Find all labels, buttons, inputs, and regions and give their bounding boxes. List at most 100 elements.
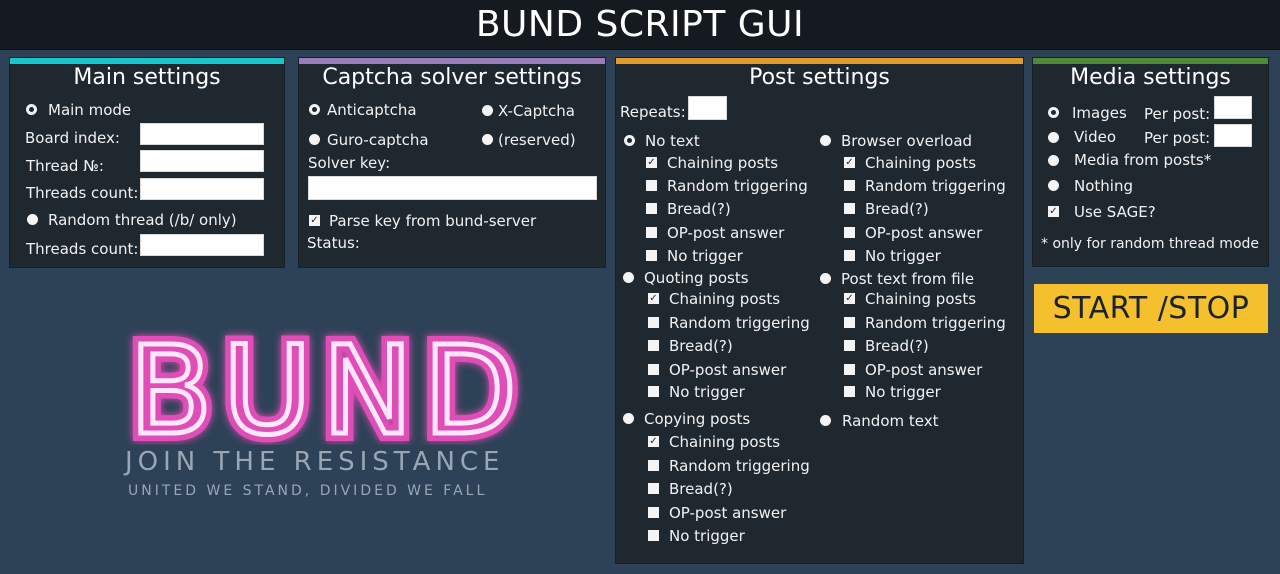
sage-label: Use SAGE? xyxy=(1074,203,1156,221)
browser-overload-radio[interactable] xyxy=(820,135,831,146)
random-thread-radio[interactable] xyxy=(27,214,38,225)
no-text-op-label: OP-post answer xyxy=(667,224,785,242)
copying-notrigger-label: No trigger xyxy=(669,527,745,545)
guro-captcha-radio[interactable] xyxy=(309,134,320,145)
quoting-radio[interactable] xyxy=(623,272,634,283)
overload-bread-label: Bread(?) xyxy=(865,200,929,218)
overload-random-label: Random triggering xyxy=(865,177,1006,195)
media-from-posts-radio[interactable] xyxy=(1048,155,1059,166)
no-text-bread-checkbox[interactable] xyxy=(646,203,657,214)
no-text-chaining-checkbox[interactable]: ✓ xyxy=(646,157,657,168)
copying-random-checkbox[interactable] xyxy=(648,460,659,471)
no-text-radio[interactable] xyxy=(624,135,635,146)
file-bread-label: Bread(?) xyxy=(865,337,929,355)
overload-op-label: OP-post answer xyxy=(865,224,983,242)
repeats-input[interactable] xyxy=(688,96,727,120)
images-radio[interactable] xyxy=(1048,107,1059,118)
thread-number-input[interactable] xyxy=(140,150,264,172)
from-file-label: Post text from file xyxy=(841,270,975,288)
board-index-input[interactable] xyxy=(140,123,264,145)
xcaptcha-label: X-Captcha xyxy=(498,102,575,120)
threads-count-random-input[interactable] xyxy=(140,234,264,256)
overload-random-checkbox[interactable] xyxy=(844,180,855,191)
no-text-random-checkbox[interactable] xyxy=(646,180,657,191)
logo-subtagline: UNITED WE STAND, DIVIDED WE FALL xyxy=(128,483,488,499)
file-chaining-checkbox[interactable]: ✓ xyxy=(844,293,855,304)
copying-bread-checkbox[interactable] xyxy=(648,483,659,494)
logo-tagline: JOIN THE RESISTANCE xyxy=(125,447,505,477)
guro-captcha-label: Guro-captcha xyxy=(327,131,429,149)
file-chaining-label: Chaining posts xyxy=(865,290,977,308)
quoting-op-label: OP-post answer xyxy=(669,361,787,379)
quoting-bread-checkbox[interactable] xyxy=(648,340,659,351)
file-random-checkbox[interactable] xyxy=(844,317,855,328)
anticaptcha-label: Anticaptcha xyxy=(327,101,417,119)
nothing-radio[interactable] xyxy=(1048,180,1059,191)
copying-bread-label: Bread(?) xyxy=(669,480,733,498)
xcaptcha-radio[interactable] xyxy=(482,105,493,116)
no-text-op-checkbox[interactable] xyxy=(646,227,657,238)
quoting-label: Quoting posts xyxy=(644,269,749,287)
overload-bread-checkbox[interactable] xyxy=(844,203,855,214)
no-text-bread-label: Bread(?) xyxy=(667,200,731,218)
main-mode-radio[interactable] xyxy=(26,104,37,115)
copying-random-label: Random triggering xyxy=(669,457,810,475)
main-settings-title: Main settings xyxy=(73,65,221,90)
app-title: BUND SCRIPT GUI xyxy=(475,4,805,45)
start-stop-button[interactable]: START /STOP xyxy=(1034,284,1268,333)
file-op-label: OP-post answer xyxy=(865,361,983,379)
overload-op-checkbox[interactable] xyxy=(844,227,855,238)
no-text-random-label: Random triggering xyxy=(667,177,808,195)
quoting-bread-label: Bread(?) xyxy=(669,337,733,355)
video-radio[interactable] xyxy=(1048,132,1059,143)
reserved-radio[interactable] xyxy=(482,134,493,145)
file-random-label: Random triggering xyxy=(865,314,1006,332)
copying-chaining-checkbox[interactable]: ✓ xyxy=(648,436,659,447)
video-label: Video xyxy=(1074,128,1117,146)
media-from-posts-label: Media from posts* xyxy=(1074,151,1212,169)
solver-key-input[interactable] xyxy=(308,176,597,200)
sage-checkbox[interactable]: ✓ xyxy=(1048,206,1059,217)
parse-key-checkbox[interactable]: ✓ xyxy=(309,215,320,226)
video-per-post-label: Per post: xyxy=(1144,129,1211,147)
bund-logo-word: BUND xyxy=(129,325,527,445)
images-per-post-input[interactable] xyxy=(1214,96,1252,119)
no-text-notrigger-checkbox[interactable] xyxy=(646,250,657,261)
quoting-notrigger-checkbox[interactable] xyxy=(648,386,659,397)
copying-radio[interactable] xyxy=(623,413,634,424)
file-op-checkbox[interactable] xyxy=(844,364,855,375)
copying-notrigger-checkbox[interactable] xyxy=(648,530,659,541)
threads-count-input[interactable] xyxy=(140,178,264,200)
from-file-radio[interactable] xyxy=(820,273,831,284)
random-text-radio[interactable] xyxy=(820,415,831,426)
captcha-status-label: Status: xyxy=(307,234,360,252)
overload-chaining-checkbox[interactable]: ✓ xyxy=(844,157,855,168)
quoting-notrigger-label: No trigger xyxy=(669,383,745,401)
reserved-label: (reserved) xyxy=(498,131,576,149)
quoting-op-checkbox[interactable] xyxy=(648,364,659,375)
nothing-label: Nothing xyxy=(1074,177,1133,195)
threads-count-label: Threads count: xyxy=(26,184,139,202)
no-text-label: No text xyxy=(645,132,700,150)
no-text-chaining-label: Chaining posts xyxy=(667,154,779,172)
quoting-random-checkbox[interactable] xyxy=(648,317,659,328)
copying-chaining-label: Chaining posts xyxy=(669,433,781,451)
thread-number-label: Thread №: xyxy=(26,157,104,175)
file-notrigger-checkbox[interactable] xyxy=(844,386,855,397)
overload-notrigger-checkbox[interactable] xyxy=(844,250,855,261)
file-bread-checkbox[interactable] xyxy=(844,340,855,351)
video-per-post-input[interactable] xyxy=(1214,124,1252,147)
anticaptcha-radio[interactable] xyxy=(309,104,320,115)
quoting-chaining-checkbox[interactable]: ✓ xyxy=(648,293,659,304)
copying-op-label: OP-post answer xyxy=(669,504,787,522)
board-index-label: Board index: xyxy=(25,129,120,147)
copying-op-checkbox[interactable] xyxy=(648,507,659,518)
images-per-post-label: Per post: xyxy=(1144,105,1211,123)
quoting-random-label: Random triggering xyxy=(669,314,810,332)
main-mode-label: Main mode xyxy=(48,101,132,119)
copying-label: Copying posts xyxy=(644,410,751,428)
random-text-label: Random text xyxy=(842,412,939,430)
images-label: Images xyxy=(1072,104,1127,122)
bund-logo: BUND BUND xyxy=(121,325,527,445)
post-settings-title: Post settings xyxy=(749,65,890,90)
